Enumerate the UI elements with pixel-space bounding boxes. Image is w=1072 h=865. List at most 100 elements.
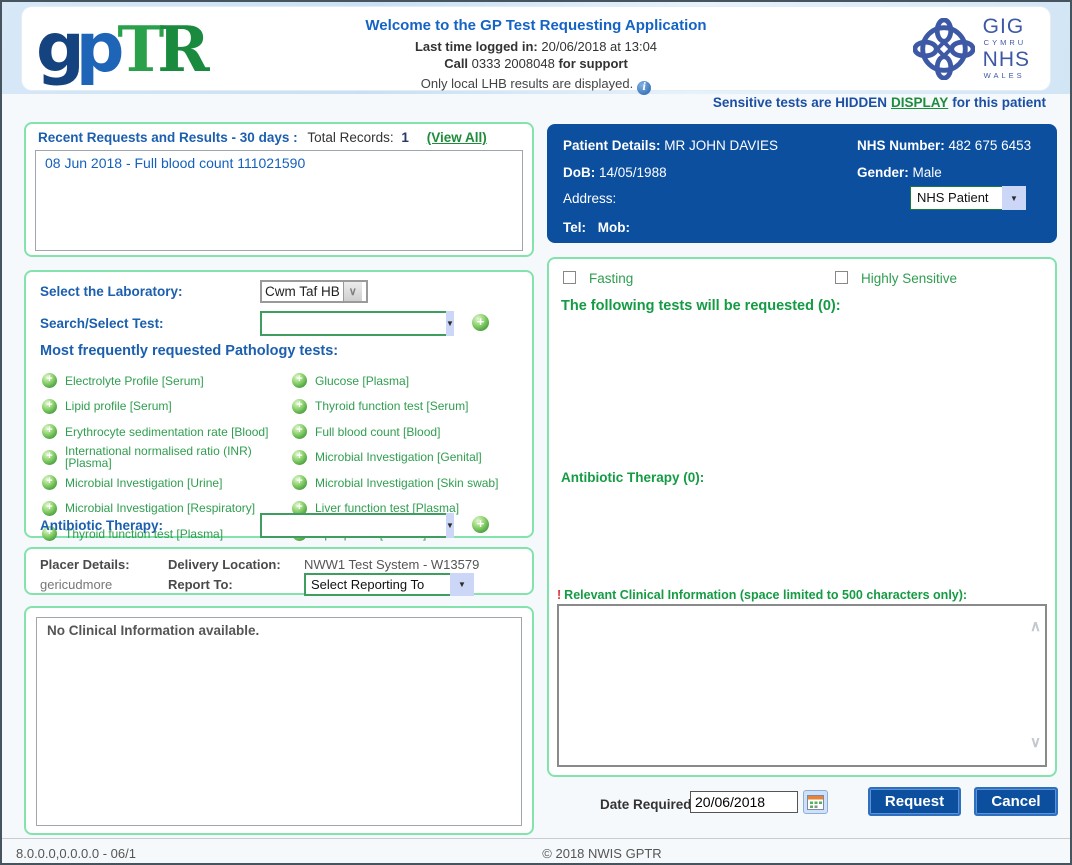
add-test-icon[interactable] — [472, 314, 489, 331]
gptr-logo: gpTR — [36, 9, 210, 105]
test-label: Microbial Investigation [Urine] — [65, 477, 222, 490]
last-login-value: 20/06/2018 at 13:04 — [541, 39, 657, 54]
add-test-icon[interactable] — [292, 399, 307, 414]
support-phone: 0333 2008048 — [472, 56, 555, 71]
header-band: gpTR Welcome to the GP Test Requesting A… — [2, 2, 1070, 94]
patient-name: MR JOHN DAVIES — [664, 138, 778, 153]
search-test-combo[interactable] — [260, 311, 450, 336]
gender-line: Gender: Male — [857, 165, 942, 180]
last-login-line: Last time logged in: 20/06/2018 at 13:04 — [301, 38, 771, 55]
scroll-up-icon[interactable]: ∧ — [1030, 621, 1041, 633]
delivery-location-value: NWW1 Test System - W13579 — [304, 557, 479, 572]
add-test-icon[interactable] — [292, 424, 307, 439]
cancel-button[interactable]: Cancel — [974, 787, 1058, 816]
test-link[interactable]: Full blood count [Blood] — [292, 419, 530, 445]
report-to-select[interactable]: Select Reporting To — [304, 573, 474, 596]
antibiotic-therapy-label: Antibiotic Therapy: — [40, 518, 163, 533]
add-test-icon[interactable] — [42, 475, 57, 490]
dob-label: DoB: — [563, 165, 595, 180]
patient-type-value: NHS Patient — [910, 186, 1002, 210]
page-title: Welcome to the GP Test Requesting Applic… — [301, 17, 771, 34]
recent-result-item[interactable]: 08 Jun 2018 - Full blood count 111021590 — [45, 155, 513, 171]
test-link[interactable]: International normalised ratio (INR) [Pl… — [42, 445, 292, 471]
patient-name-line: Patient Details: MR JOHN DAVIES — [563, 138, 778, 153]
antibiotic-input[interactable] — [260, 513, 446, 538]
add-test-icon[interactable] — [42, 373, 57, 388]
no-clinical-info-message: No Clinical Information available. — [47, 623, 511, 638]
recent-results-list: 08 Jun 2018 - Full blood count 111021590 — [35, 150, 523, 251]
sensitive-prefix: Sensitive tests are HIDDEN — [713, 95, 887, 110]
highly-sensitive-checkbox[interactable] — [835, 271, 848, 284]
test-label: Thyroid function test [Serum] — [315, 400, 468, 413]
placer-details-section: Placer Details: Delivery Location: NWW1 … — [24, 547, 534, 595]
recent-requests-title: Recent Requests and Results - 30 days : — [38, 130, 298, 145]
request-button[interactable]: Request — [868, 787, 961, 816]
recent-requests-section: Recent Requests and Results - 30 days : … — [24, 122, 534, 257]
total-records-count: 1 — [401, 130, 409, 145]
chevron-down-icon[interactable] — [1002, 186, 1026, 210]
chevron-down-icon[interactable] — [450, 573, 474, 596]
test-request-panel: Fasting Highly Sensitive The following t… — [547, 257, 1057, 777]
test-link[interactable]: Lipid profile [Serum] — [42, 394, 292, 420]
nhs-number-label: NHS Number: — [857, 138, 945, 153]
calendar-icon — [807, 794, 824, 810]
laboratory-section: Select the Laboratory: Cwm Taf HB Search… — [24, 270, 534, 538]
antibiotic-combo[interactable] — [260, 513, 450, 538]
info-icon[interactable] — [637, 81, 651, 95]
chevron-down-icon[interactable] — [343, 282, 362, 301]
header-welcome-block: Welcome to the GP Test Requesting Applic… — [301, 17, 771, 95]
gender-label: Gender: — [857, 165, 909, 180]
calendar-button[interactable] — [803, 790, 828, 814]
tel-label: Tel: — [563, 220, 586, 235]
view-all-link[interactable]: (View All) — [427, 130, 487, 145]
patient-details-label: Patient Details: — [563, 138, 661, 153]
test-link[interactable]: Erythrocyte sedimentation rate [Blood] — [42, 419, 292, 445]
add-test-icon[interactable] — [42, 399, 57, 414]
clinical-information-section: No Clinical Information available. — [24, 606, 534, 835]
chevron-down-icon[interactable] — [446, 311, 454, 336]
last-login-label: Last time logged in: — [415, 39, 538, 54]
add-test-icon[interactable] — [292, 450, 307, 465]
support-line: Call 0333 2008048 for support — [301, 55, 771, 72]
test-link[interactable]: Glucose [Plasma] — [292, 368, 530, 394]
placer-details-label: Placer Details: — [40, 557, 130, 572]
lhb-note-line: Only local LHB results are displayed. — [301, 75, 771, 95]
laboratory-select[interactable]: Cwm Taf HB — [260, 280, 368, 303]
test-link[interactable]: Thyroid function test [Serum] — [292, 394, 530, 420]
test-label: Erythrocyte sedimentation rate [Blood] — [65, 426, 268, 439]
search-test-input[interactable] — [260, 311, 446, 336]
report-to-value: Select Reporting To — [304, 573, 450, 596]
test-link[interactable]: Microbial Investigation [Skin swab] — [292, 470, 530, 496]
test-link[interactable]: Electrolyte Profile [Serum] — [42, 368, 292, 394]
add-antibiotic-icon[interactable] — [472, 516, 489, 533]
add-test-icon[interactable] — [292, 373, 307, 388]
clinical-information-textarea[interactable] — [557, 604, 1047, 767]
date-required-input[interactable] — [690, 791, 798, 813]
fasting-checkbox[interactable] — [563, 271, 576, 284]
display-sensitive-link[interactable]: DISPLAY — [891, 95, 948, 110]
add-test-icon[interactable] — [42, 450, 57, 465]
celtic-knot-icon — [913, 18, 975, 80]
tel-mob-line: Tel: Mob: — [563, 220, 630, 235]
nhs-wales-wordmark: GIG CYMRU NHS WALES — [983, 16, 1030, 81]
test-label: Glucose [Plasma] — [315, 375, 409, 388]
sensitive-tests-banner: Sensitive tests are HIDDENDISPLAYfor thi… — [713, 95, 1046, 110]
add-test-icon[interactable] — [42, 424, 57, 439]
nhs-wales-text: WALES — [984, 72, 1030, 80]
mob-label: Mob: — [598, 220, 630, 235]
add-test-icon[interactable] — [42, 501, 57, 516]
clinical-information-list: No Clinical Information available. — [36, 617, 522, 826]
chevron-down-icon[interactable] — [446, 513, 454, 538]
support-for-label: for support — [558, 56, 627, 71]
search-select-test-label: Search/Select Test: — [40, 316, 164, 331]
add-test-icon[interactable] — [292, 475, 307, 490]
gender-value: Male — [913, 165, 942, 180]
test-link[interactable]: Microbial Investigation [Genital] — [292, 445, 530, 471]
patient-type-select[interactable]: NHS Patient — [910, 186, 1026, 210]
address-label: Address: — [563, 191, 616, 206]
select-laboratory-label: Select the Laboratory: — [40, 284, 183, 299]
footer-copyright: © 2018 NWIS GPTR — [542, 846, 661, 861]
relevant-clinical-info-label: Relevant Clinical Information (space lim… — [564, 588, 967, 602]
test-link[interactable]: Microbial Investigation [Urine] — [42, 470, 292, 496]
scroll-down-icon[interactable]: ∨ — [1030, 737, 1041, 749]
